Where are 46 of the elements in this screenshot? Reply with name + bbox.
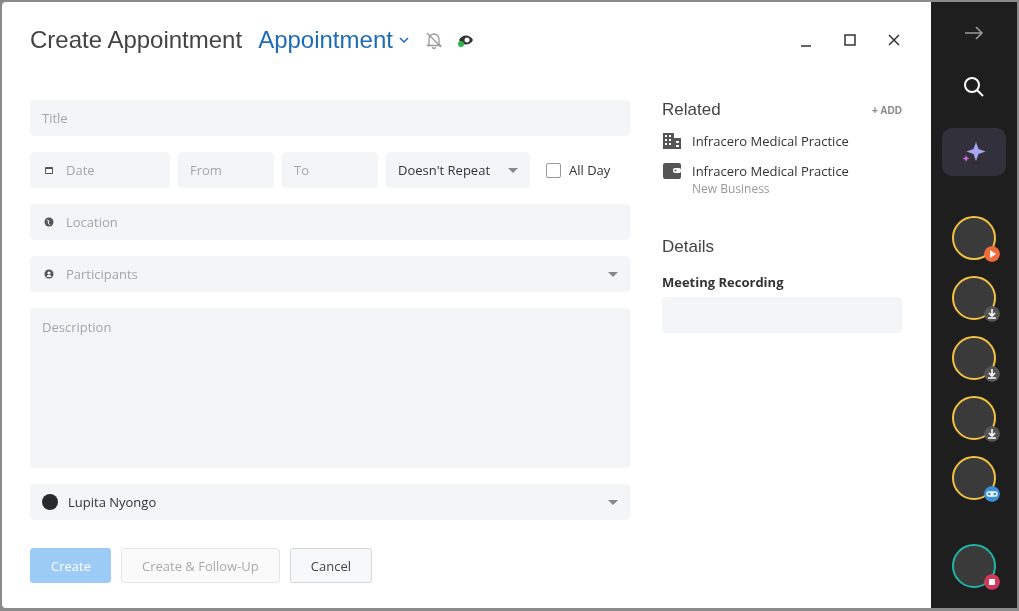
search-button[interactable] bbox=[963, 76, 985, 98]
record-subtitle: New Business bbox=[692, 180, 771, 197]
download-badge-icon bbox=[984, 426, 1000, 442]
repeat-dropdown[interactable]: Doesn't Repeat bbox=[386, 152, 530, 188]
type-dropdown[interactable]: Appointment bbox=[258, 26, 409, 54]
to-field[interactable]: To bbox=[282, 152, 378, 188]
download-badge-icon bbox=[984, 366, 1000, 382]
from-field[interactable]: From bbox=[178, 152, 274, 188]
arrow-right-button[interactable] bbox=[964, 26, 984, 40]
dialog-title: Create Appointment bbox=[30, 26, 243, 54]
related-record-link[interactable]: Infracero Medical Practice bbox=[692, 132, 849, 150]
section-heading: Related bbox=[662, 100, 721, 120]
caret-icon bbox=[608, 272, 618, 277]
globe-icon bbox=[44, 217, 54, 227]
play-badge-icon bbox=[984, 246, 1000, 262]
date-field[interactable]: Date bbox=[30, 152, 170, 188]
field-label: Meeting Recording bbox=[662, 273, 785, 291]
bell-off-icon[interactable] bbox=[424, 31, 443, 49]
assistant-button[interactable] bbox=[942, 128, 1006, 176]
sparkle-icon bbox=[961, 140, 987, 164]
maximize-button[interactable] bbox=[841, 31, 859, 49]
caret-icon bbox=[608, 499, 618, 505]
related-record-link[interactable]: Infracero Medical Practice bbox=[692, 162, 849, 180]
avatar-icon bbox=[42, 494, 58, 510]
minimize-icon bbox=[801, 45, 811, 47]
location-field[interactable]: Location bbox=[30, 204, 630, 240]
record-badge-icon bbox=[984, 574, 1000, 590]
chevron-down-icon bbox=[398, 37, 409, 43]
all-day-label: All Day bbox=[569, 161, 611, 179]
owner-dropdown[interactable]: Lupita Nyongo bbox=[30, 484, 630, 520]
description-field[interactable]: Description bbox=[30, 308, 630, 468]
participants-field[interactable]: Participants bbox=[30, 256, 630, 292]
person-icon bbox=[44, 269, 54, 279]
add-link[interactable]: + ADD bbox=[872, 104, 902, 116]
all-day-checkbox[interactable] bbox=[546, 162, 561, 178]
wallet-icon bbox=[662, 162, 682, 180]
caret-icon bbox=[508, 167, 518, 173]
download-badge-icon bbox=[984, 306, 1000, 322]
title-field[interactable]: Title bbox=[30, 100, 630, 136]
maximize-icon bbox=[842, 32, 858, 48]
link-badge-icon bbox=[984, 486, 1000, 502]
calendar-icon bbox=[44, 165, 54, 175]
close-icon bbox=[886, 32, 902, 48]
building-icon bbox=[662, 132, 682, 150]
section-heading: Details bbox=[662, 237, 715, 257]
action-button[interactable]: Cancel bbox=[289, 548, 372, 583]
